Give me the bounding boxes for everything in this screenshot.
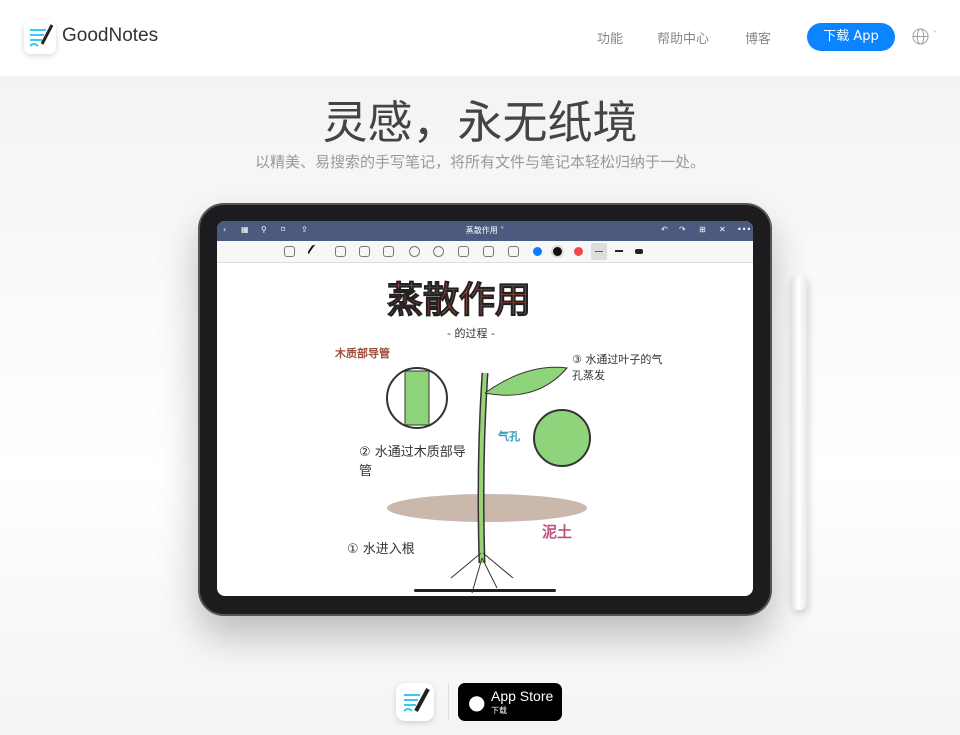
- laser-pointer-icon[interactable]: [508, 246, 519, 257]
- more-icon[interactable]: •••: [737, 225, 751, 234]
- ipad-screen: ‹ ▦ ⚲ ⌑ ⇪ 蒸散作用 ˅ ↶ ↷ ⊞ ✕ ••• 蒸散作用 - 的过程 …: [217, 221, 753, 596]
- goodnotes-logo[interactable]: [24, 20, 56, 54]
- document-title[interactable]: 蒸散作用 ˅: [217, 225, 753, 236]
- color-red[interactable]: [574, 247, 583, 256]
- divider: [448, 684, 449, 720]
- redo-icon[interactable]: ↷: [679, 225, 686, 234]
- note-label-stomata: 气孔: [498, 430, 520, 443]
- text-icon[interactable]: [483, 246, 494, 257]
- eraser-icon[interactable]: [335, 246, 346, 257]
- hero-title: 灵感，永无纸境: [322, 96, 638, 149]
- note-label-soil: 泥土: [542, 523, 573, 541]
- color-blue[interactable]: [533, 247, 542, 256]
- brand-name[interactable]: GoodNotes: [62, 25, 158, 47]
- home-indicator: [414, 589, 556, 592]
- pen-icon[interactable]: [306, 243, 323, 260]
- app-store-button[interactable]: ● App Store 下载: [458, 683, 562, 721]
- shapes-icon[interactable]: [383, 246, 394, 257]
- chevron-down-icon[interactable]: ˅: [933, 30, 937, 39]
- image-icon[interactable]: [458, 246, 469, 257]
- note-title: 蒸散作用: [386, 280, 532, 322]
- top-nav: GoodNotes 功能 帮助中心 博客 下载 App ˅: [0, 0, 960, 76]
- close-icon[interactable]: ✕: [719, 225, 726, 234]
- zoom-window-icon[interactable]: [284, 246, 295, 257]
- nav-help-center[interactable]: 帮助中心: [657, 28, 709, 47]
- undo-icon[interactable]: ↶: [661, 225, 668, 234]
- lasso-icon[interactable]: [409, 246, 420, 257]
- stroke-medium[interactable]: [615, 250, 623, 252]
- globe-icon[interactable]: [912, 28, 929, 45]
- stroke-thick[interactable]: [635, 249, 643, 254]
- note-label-step1: ① 水进入根: [347, 542, 415, 557]
- note-canvas[interactable]: 蒸散作用 - 的过程 - 木质部导管 ③ 水通过叶子的气孔蒸发 气孔 ② 水通过…: [217, 263, 753, 596]
- highlighter-icon[interactable]: [359, 246, 370, 257]
- apple-icon: ●: [468, 690, 486, 714]
- note-label-xylem: 木质部导管: [335, 347, 390, 360]
- download-app-button[interactable]: 下载 App: [807, 23, 895, 51]
- nav-blog[interactable]: 博客: [745, 28, 771, 47]
- sticker-icon[interactable]: [433, 246, 444, 257]
- stroke-thin[interactable]: [591, 243, 607, 260]
- app-store-title: App Store: [491, 688, 554, 704]
- apple-pencil: [790, 275, 807, 610]
- app-top-bar: ‹ ▦ ⚲ ⌑ ⇪ 蒸散作用 ˅ ↶ ↷ ⊞ ✕ •••: [217, 221, 753, 241]
- app-store-subtitle: 下载: [491, 706, 507, 715]
- note-label-step3: ③ 水通过叶子的气孔蒸发: [572, 353, 663, 382]
- color-black[interactable]: [553, 247, 562, 256]
- note-label-step2: ② 水通过木质部导管: [359, 445, 466, 479]
- nav-features[interactable]: 功能: [597, 28, 623, 47]
- note-subtitle: - 的过程 -: [447, 327, 495, 340]
- drawing-toolbar: [217, 241, 753, 263]
- add-page-icon[interactable]: ⊞: [699, 225, 706, 234]
- hero-subtitle: 以精美、易搜索的手写笔记，将所有文件与笔记本轻松归纳于一处。: [254, 153, 705, 171]
- app-icon[interactable]: [396, 683, 434, 721]
